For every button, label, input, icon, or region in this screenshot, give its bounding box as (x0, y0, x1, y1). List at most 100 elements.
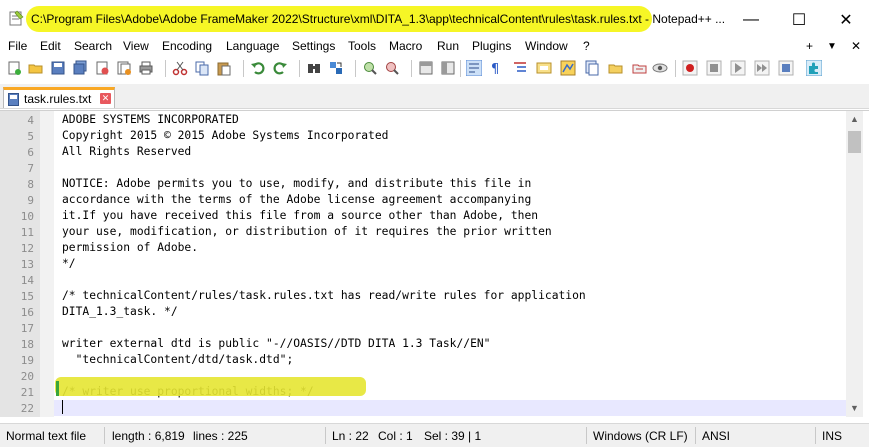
code-line[interactable]: 16 DITA_1.3_task. */ (0, 304, 846, 320)
line-number: 9 (27, 194, 34, 207)
editor-area[interactable]: 4 ADOBE SYSTEMS INCORPORATED 5 Copyright 20… (0, 110, 869, 417)
menu-settings[interactable]: Settings (292, 39, 335, 53)
zoom-in-icon[interactable] (362, 60, 378, 76)
word-wrap-icon[interactable] (466, 60, 482, 76)
folder-workspace-icon[interactable] (632, 60, 648, 76)
close-all-icon[interactable] (116, 60, 132, 76)
line-number: 10 (20, 210, 34, 223)
window-title: C:\Program Files\Adobe\Adobe FrameMaker … (31, 12, 726, 26)
save-macro-icon[interactable] (778, 60, 794, 76)
scroll-down-arrow-icon[interactable]: ▼ (846, 400, 863, 417)
save-all-icon[interactable] (72, 60, 88, 76)
new-file-icon[interactable] (6, 60, 22, 76)
cut-icon[interactable] (172, 60, 188, 76)
replace-icon[interactable] (328, 60, 344, 76)
line-number: 4 (27, 114, 34, 127)
tab-close-icon[interactable]: ✕ (100, 93, 111, 104)
tab-bar: task.rules.txt ✕ (0, 84, 869, 109)
run-macro-multiple-icon[interactable] (754, 60, 770, 76)
code-line[interactable]: 10 it.If you have received this file from… (0, 208, 846, 224)
define-language-icon[interactable] (536, 60, 552, 76)
code-line[interactable]: 7 (0, 160, 846, 176)
close-file-icon[interactable] (94, 60, 110, 76)
show-all-characters-icon[interactable]: ¶ (488, 60, 504, 76)
menu-encoding[interactable]: Encoding (162, 39, 212, 53)
status-insert-mode: INS (822, 429, 843, 443)
record-macro-icon[interactable] (682, 60, 698, 76)
plugin-puzzle-icon[interactable] (806, 60, 822, 76)
maximize-button[interactable]: ☐ (776, 6, 822, 34)
close-document-icon[interactable]: ✕ (851, 39, 861, 53)
line-text: "technicalContent/dtd/task.dtd"; (62, 353, 294, 366)
find-icon[interactable] (306, 60, 322, 76)
code-line[interactable]: 15 /* technicalContent/rules/task.rules.t… (0, 288, 846, 304)
indent-guide-icon[interactable] (512, 60, 528, 76)
minimize-button[interactable]: — (728, 6, 774, 34)
scrollbar-thumb[interactable] (848, 131, 861, 153)
undo-icon[interactable] (250, 60, 266, 76)
code-line[interactable]: 22 (21, 400, 846, 416)
menu-macro[interactable]: Macro (389, 39, 422, 53)
code-line[interactable]: 9 accordance with the terms of the Adobe … (0, 192, 846, 208)
open-file-icon[interactable] (28, 60, 44, 76)
tab-task-rules[interactable]: task.rules.txt ✕ (3, 87, 115, 108)
scroll-up-arrow-icon[interactable]: ▲ (846, 111, 863, 128)
function-list-icon[interactable] (608, 60, 624, 76)
status-separator (104, 427, 105, 444)
status-eol: Windows (CR LF) (593, 429, 688, 443)
save-icon[interactable] (50, 60, 66, 76)
menu-tools[interactable]: Tools (348, 39, 376, 53)
code-line[interactable]: 11 your use, modification, or distributio… (0, 224, 846, 240)
paste-icon[interactable] (216, 60, 232, 76)
menu-language[interactable]: Language (226, 39, 279, 53)
code-line[interactable]: 19 "technicalContent/dtd/task.dtd"; (0, 352, 846, 368)
text-caret (62, 400, 63, 414)
code-line[interactable]: 5 Copyright 2015 © 2015 Adobe Systems Inc… (0, 128, 846, 144)
status-encoding: ANSI (702, 429, 731, 443)
code-line[interactable]: 4 ADOBE SYSTEMS INCORPORATED (0, 112, 846, 128)
vertical-scrollbar[interactable]: ▲ ▼ (846, 111, 863, 417)
stop-recording-icon[interactable] (706, 60, 722, 76)
sync-vertical-icon[interactable] (418, 60, 434, 76)
tab-list-dropdown-icon[interactable]: ▼ (827, 41, 837, 52)
monitoring-eye-icon[interactable] (652, 60, 668, 76)
line-text: NOTICE: Adobe permits you to use, modify… (62, 177, 532, 190)
code-line[interactable]: 8 NOTICE: Adobe permits you to use, modif… (0, 176, 846, 192)
code-line[interactable]: 18 writer external dtd is public "-//OASI… (0, 336, 846, 352)
redo-icon[interactable] (272, 60, 288, 76)
menu-window[interactable]: Window (525, 39, 568, 53)
code-line[interactable]: 13 */ (0, 256, 846, 272)
line-text: permission of Adobe. (62, 241, 199, 254)
line-number: 22 (20, 402, 34, 415)
menu-view[interactable]: View (123, 39, 149, 53)
menu-help[interactable]: ? (583, 39, 590, 53)
sync-horizontal-icon[interactable] (440, 60, 456, 76)
menu-file[interactable]: File (8, 39, 27, 53)
menu-run[interactable]: Run (437, 39, 459, 53)
copy-icon[interactable] (194, 60, 210, 76)
toolbar-separator (243, 60, 244, 77)
add-tab-icon[interactable]: + (806, 39, 813, 53)
line-highlight-marker (55, 377, 366, 396)
code-line[interactable]: 6 All Rights Reserved (0, 144, 846, 160)
menu-search[interactable]: Search (74, 39, 112, 53)
menu-edit[interactable]: Edit (40, 39, 61, 53)
document-map-icon[interactable] (560, 60, 576, 76)
document-list-icon[interactable] (584, 60, 600, 76)
line-text: DITA_1.3_task. */ (62, 305, 178, 318)
playback-macro-icon[interactable] (730, 60, 746, 76)
status-separator (695, 427, 696, 444)
line-text: */ (62, 257, 76, 270)
close-button[interactable]: ✕ (823, 6, 869, 34)
menu-plugins[interactable]: Plugins (472, 39, 511, 53)
print-icon[interactable] (138, 60, 154, 76)
zoom-out-icon[interactable] (384, 60, 400, 76)
line-text: /* technicalContent/rules/task.rules.txt… (62, 289, 586, 302)
line-text: accordance with the terms of the Adobe l… (62, 193, 532, 206)
code-line[interactable]: 14 (0, 272, 846, 288)
toolbar-separator (411, 60, 412, 77)
code-line[interactable]: 12 permission of Adobe. (0, 240, 846, 256)
toolbar-separator (165, 60, 166, 77)
status-selection: Sel : 39 | 1 (424, 429, 482, 443)
code-line[interactable]: 17 (0, 320, 846, 336)
